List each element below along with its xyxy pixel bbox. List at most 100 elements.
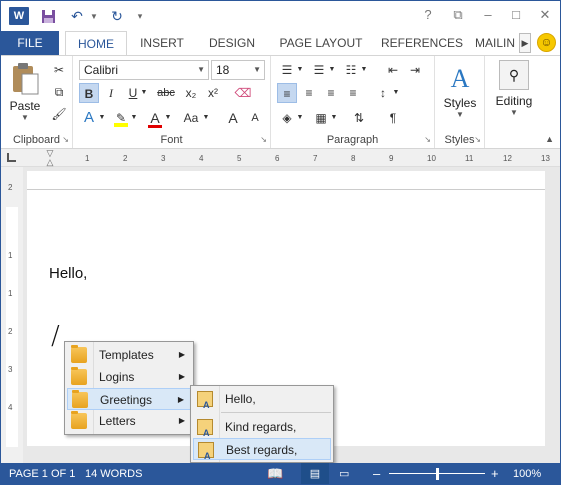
font-name-combo[interactable]: Calibri ▼ bbox=[79, 60, 209, 80]
minimize-button[interactable]: – bbox=[477, 5, 499, 25]
collapse-ribbon-icon[interactable]: ▲ bbox=[545, 134, 554, 144]
underline-dropdown-icon[interactable]: ▼ bbox=[139, 83, 149, 103]
paste-button[interactable]: Paste ▼ bbox=[7, 62, 43, 124]
web-layout-icon[interactable]: ▭ bbox=[339, 463, 349, 484]
submenu-item-label: Hello, bbox=[225, 392, 256, 406]
print-layout-icon[interactable]: ▤ bbox=[301, 463, 329, 484]
word-count[interactable]: 14 WORDS bbox=[85, 463, 142, 484]
tab-design[interactable]: DESIGN bbox=[201, 31, 263, 55]
decrease-indent-icon[interactable]: ⇤ bbox=[383, 60, 403, 80]
strikethrough-button[interactable]: abc bbox=[153, 83, 179, 103]
font-size-combo[interactable]: 18 ▼ bbox=[211, 60, 265, 80]
chevron-down-icon[interactable]: ▼ bbox=[197, 61, 205, 79]
close-button[interactable]: ✕ bbox=[534, 5, 556, 25]
ruler-tick-label: 2 bbox=[8, 183, 13, 192]
styles-launcher-icon[interactable]: ↘ bbox=[474, 135, 481, 144]
bullets-icon[interactable]: ☰ bbox=[277, 60, 297, 80]
submenu-item[interactable]: Best regards, bbox=[193, 438, 331, 467]
clipboard-launcher-icon[interactable]: ↘ bbox=[62, 135, 69, 144]
feedback-smiley-icon[interactable]: ☺ bbox=[537, 33, 556, 52]
zoom-slider-thumb[interactable] bbox=[436, 468, 439, 480]
tab-insert[interactable]: INSERT bbox=[133, 31, 191, 55]
page-count[interactable]: PAGE 1 OF 1 bbox=[9, 463, 75, 484]
word-logo-icon[interactable]: W bbox=[9, 7, 29, 25]
styles-button[interactable]: A Styles ▼ bbox=[439, 60, 481, 124]
menu-item-greetings[interactable]: Greetings ▶ bbox=[67, 388, 191, 410]
bold-button[interactable]: B bbox=[79, 83, 99, 103]
justify-icon[interactable]: ≡ bbox=[343, 83, 363, 103]
tab-scroll-right-icon[interactable]: ▶ bbox=[519, 33, 531, 53]
highlight-dropdown-icon[interactable]: ▼ bbox=[129, 108, 139, 128]
tab-references[interactable]: REFERENCES bbox=[379, 31, 465, 55]
shrink-font-button[interactable]: A bbox=[245, 108, 265, 128]
menu-item-logins[interactable]: Logins ▶ bbox=[67, 366, 191, 388]
menu-item-templates[interactable]: Templates ▶ bbox=[67, 344, 191, 366]
highlight-color-icon[interactable]: ✎ bbox=[111, 108, 131, 128]
cut-icon[interactable]: ✂ bbox=[49, 60, 69, 80]
line-spacing-dropdown-icon[interactable]: ▼ bbox=[391, 83, 401, 103]
change-case-dropdown-icon[interactable]: ▼ bbox=[201, 108, 211, 128]
change-case-button[interactable]: Aa bbox=[179, 108, 203, 128]
maximize-button[interactable]: □ bbox=[505, 5, 527, 25]
menu-item-letters[interactable]: Letters ▶ bbox=[67, 410, 191, 432]
tab-home[interactable]: HOME bbox=[65, 31, 127, 56]
increase-indent-icon[interactable]: ⇥ bbox=[405, 60, 425, 80]
align-right-icon[interactable]: ≡ bbox=[321, 83, 341, 103]
tab-mailings[interactable]: MAILIN bbox=[475, 31, 521, 55]
borders-icon[interactable]: ▦ bbox=[311, 108, 331, 128]
editing-button[interactable]: ⚲ Editing ▼ bbox=[491, 60, 537, 126]
align-left-icon[interactable]: ≡ bbox=[277, 83, 297, 103]
font-launcher-icon[interactable]: ↘ bbox=[260, 135, 267, 144]
document-text-greeting[interactable]: Hello, bbox=[49, 265, 87, 282]
superscript-button[interactable]: x² bbox=[203, 83, 223, 103]
show-marks-button[interactable]: ¶ bbox=[383, 108, 403, 128]
borders-dropdown-icon[interactable]: ▼ bbox=[329, 108, 339, 128]
binoculars-icon: ⚲ bbox=[499, 60, 529, 90]
text-effects-icon[interactable]: A bbox=[79, 108, 99, 128]
styles-dropdown-icon[interactable]: ▼ bbox=[439, 110, 481, 119]
help-button[interactable]: ? bbox=[417, 5, 439, 25]
tab-selector-icon[interactable] bbox=[7, 153, 16, 162]
subscript-button[interactable]: x₂ bbox=[181, 83, 201, 103]
tab-file[interactable]: FILE bbox=[1, 31, 59, 55]
font-color-icon[interactable]: A bbox=[145, 108, 165, 128]
numbering-icon[interactable]: ☰ bbox=[309, 60, 329, 80]
zoom-out-button[interactable]: – bbox=[373, 463, 380, 484]
submenu-item[interactable]: Hello, bbox=[193, 388, 331, 416]
font-color-dropdown-icon[interactable]: ▼ bbox=[163, 108, 173, 128]
styles-group: A Styles ▼ Styles ↘ bbox=[435, 56, 485, 148]
editing-dropdown-icon[interactable]: ▼ bbox=[491, 108, 537, 117]
italic-button[interactable]: I bbox=[101, 83, 121, 103]
align-center-icon[interactable]: ≡ bbox=[299, 83, 319, 103]
format-painter-icon[interactable]: 🖌 bbox=[49, 104, 69, 124]
submenu-item[interactable]: Kind regards, bbox=[193, 416, 331, 444]
customize-toolbar-icon[interactable]: ▾ bbox=[135, 6, 145, 26]
read-mode-icon[interactable]: 📖 bbox=[267, 463, 283, 484]
indent-marker-icon[interactable]: ▽ △ bbox=[45, 149, 55, 167]
undo-dropdown-icon[interactable]: ▼ bbox=[89, 6, 99, 26]
zoom-in-button[interactable]: + bbox=[491, 463, 499, 484]
redo-icon[interactable]: ↻ bbox=[107, 6, 127, 26]
line-spacing-icon[interactable]: ↕ bbox=[373, 83, 393, 103]
numbering-dropdown-icon[interactable]: ▼ bbox=[327, 60, 337, 80]
text-effects-dropdown-icon[interactable]: ▼ bbox=[97, 108, 107, 128]
multilevel-list-icon[interactable]: ☷ bbox=[341, 60, 361, 80]
clear-formatting-icon[interactable]: ⌫ bbox=[233, 83, 253, 103]
shading-icon[interactable]: ◈ bbox=[277, 108, 297, 128]
multilevel-dropdown-icon[interactable]: ▼ bbox=[359, 60, 369, 80]
shading-dropdown-icon[interactable]: ▼ bbox=[295, 108, 305, 128]
chevron-down-icon[interactable]: ▼ bbox=[253, 61, 261, 79]
sort-icon[interactable]: ⇅ bbox=[349, 108, 369, 128]
zoom-level[interactable]: 100% bbox=[513, 463, 541, 484]
horizontal-ruler[interactable]: ▽ △ 1 2 3 4 5 6 7 8 9 10 11 12 13 bbox=[1, 149, 560, 167]
document-typed-character[interactable]: / bbox=[51, 321, 60, 351]
undo-icon[interactable]: ↶ bbox=[67, 6, 87, 26]
paste-dropdown-icon[interactable]: ▼ bbox=[7, 113, 43, 122]
grow-font-button[interactable]: A bbox=[223, 108, 243, 128]
copy-icon[interactable]: ⧉ bbox=[49, 82, 69, 102]
paragraph-launcher-icon[interactable]: ↘ bbox=[424, 135, 431, 144]
tab-page-layout[interactable]: PAGE LAYOUT bbox=[273, 31, 369, 55]
ribbon-display-button[interactable]: ⧉ bbox=[447, 5, 469, 25]
save-icon[interactable] bbox=[39, 6, 57, 26]
bullets-dropdown-icon[interactable]: ▼ bbox=[295, 60, 305, 80]
